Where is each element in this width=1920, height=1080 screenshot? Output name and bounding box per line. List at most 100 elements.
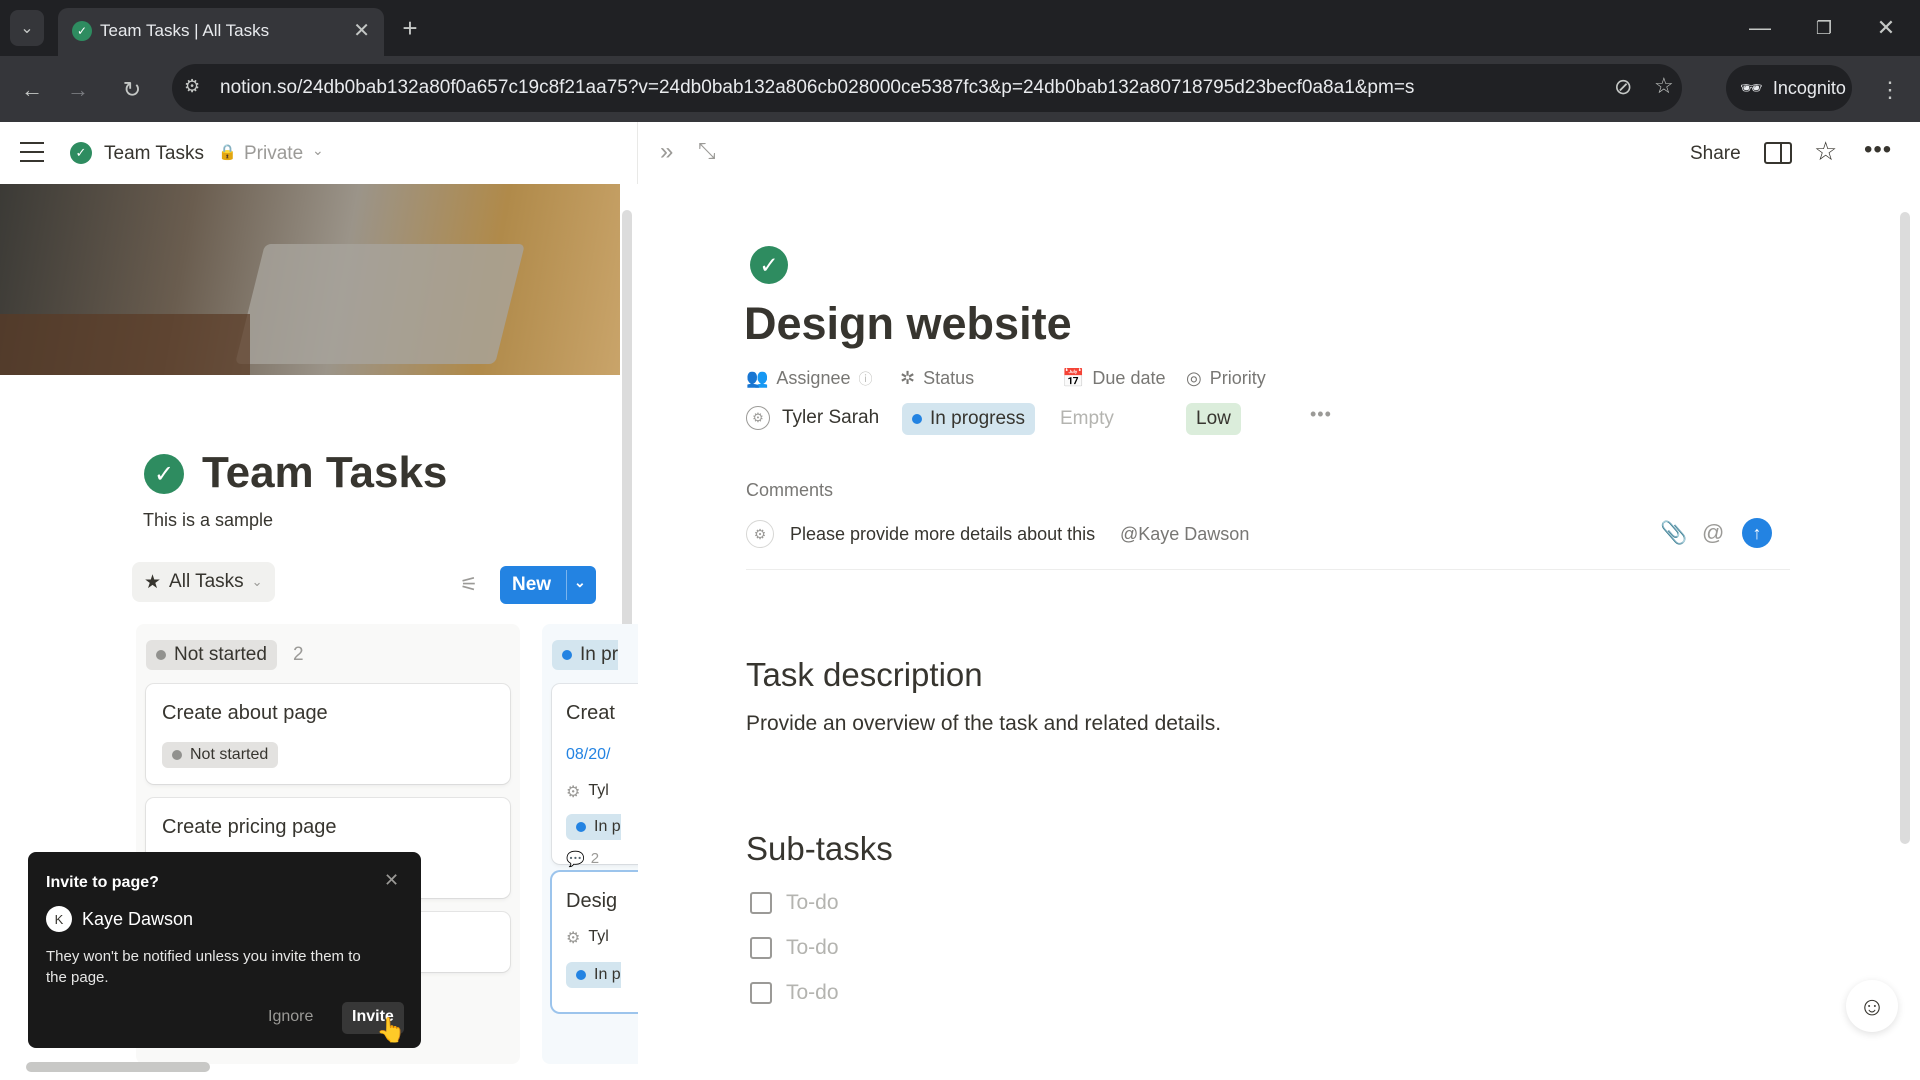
popup-user: K Kaye Dawson xyxy=(46,906,193,932)
comment-text: Please provide more details about this xyxy=(790,524,1096,544)
card-comments: 💬 2 xyxy=(566,850,600,868)
page-check-icon: ✓ xyxy=(70,142,92,164)
board-card[interactable]: Desig ⚙ Tyl In p xyxy=(552,872,638,1012)
priority-property-label[interactable]: ◎ Priority xyxy=(1186,368,1266,389)
assignee-value[interactable]: ⚙ Tyler Sarah xyxy=(746,406,879,430)
database-title[interactable]: Team Tasks xyxy=(202,448,447,498)
share-button[interactable]: Share xyxy=(1690,143,1741,165)
restore-icon[interactable]: ❐ xyxy=(1804,12,1844,44)
card-assignee: ⚙ Tyl xyxy=(566,928,609,947)
due-date-property-label[interactable]: 📅 Due date xyxy=(1062,368,1165,389)
minimize-icon[interactable]: — xyxy=(1740,12,1780,44)
comment-mention[interactable]: @Kaye Dawson xyxy=(1120,524,1249,545)
status-icon: ✲ xyxy=(900,368,916,388)
attach-icon[interactable]: 📎 xyxy=(1660,520,1687,546)
due-date-value[interactable]: Empty xyxy=(1060,408,1114,430)
description-heading[interactable]: Task description xyxy=(746,656,983,694)
status-badge: Not started xyxy=(162,742,279,768)
new-tab-icon[interactable]: + xyxy=(394,12,426,44)
status-property-label[interactable]: ✲ Status xyxy=(900,368,974,389)
new-label: New xyxy=(512,574,552,595)
card-title: Create pricing page xyxy=(162,816,337,838)
view-name: All Tasks xyxy=(169,571,244,592)
ai-face-icon: ☺ xyxy=(1858,990,1886,1021)
open-full-page-icon[interactable]: ⤡ xyxy=(698,138,716,164)
priority-value-badge[interactable]: Low xyxy=(1186,403,1241,435)
status-value-badge[interactable]: In progress xyxy=(902,403,1036,435)
todo-label: To-do xyxy=(786,981,839,1004)
chevron-down-icon[interactable]: ⌄ xyxy=(574,574,586,591)
column-header[interactable]: Not started 2 xyxy=(146,640,304,670)
favorite-star-icon[interactable]: ☆ xyxy=(1814,136,1837,167)
board-column-in-progress: In pr Creat 08/20/ ⚙ Tyl In p 💬 2 Desig ⚙ T… xyxy=(542,624,638,1064)
new-button[interactable]: New ⌄ xyxy=(500,566,596,604)
cover-image xyxy=(0,184,620,375)
description-text[interactable]: Provide an overview of the task and rela… xyxy=(746,712,1221,736)
eye-off-icon[interactable]: ⊘ xyxy=(1614,74,1632,100)
ai-assistant-button[interactable]: ☺ xyxy=(1846,980,1898,1032)
horizontal-scrollbar-thumb[interactable] xyxy=(26,1062,210,1072)
tab-list-button[interactable]: ⌄ xyxy=(10,10,44,46)
browser-tab[interactable]: ✓ Team Tasks | All Tasks ✕ xyxy=(58,8,384,56)
popup-user-name: Kaye Dawson xyxy=(82,908,194,929)
layout-panel-icon[interactable] xyxy=(1764,142,1792,164)
todo-item[interactable]: To-do xyxy=(750,888,1050,918)
close-window-icon[interactable]: ✕ xyxy=(1866,12,1906,44)
status-badge[interactable]: In pr xyxy=(552,640,619,670)
invite-popup: Invite to page? ✕ K Kaye Dawson They won… xyxy=(28,852,421,1048)
task-title[interactable]: Design website xyxy=(744,298,1072,350)
comment-composer[interactable]: ⚙ Please provide more details about this… xyxy=(746,518,1790,570)
send-comment-button[interactable]: ↑ xyxy=(1742,518,1772,548)
database-description[interactable]: This is a sample xyxy=(143,510,273,531)
ignore-button[interactable]: Ignore xyxy=(268,1008,313,1026)
close-tab-icon[interactable]: ✕ xyxy=(353,18,370,43)
bookmark-star-icon[interactable]: ☆ xyxy=(1654,73,1674,99)
back-icon[interactable]: ← xyxy=(12,70,52,110)
page-icon-check[interactable]: ✓ xyxy=(750,246,788,284)
more-options-icon[interactable]: ••• xyxy=(1864,136,1892,164)
todo-item[interactable]: To-do xyxy=(750,978,1050,1008)
more-properties-icon[interactable]: ••• xyxy=(1310,404,1332,425)
priority-icon: ◎ xyxy=(1186,368,1202,388)
chevron-down-icon: ⌄ xyxy=(312,142,324,158)
browser-menu-icon[interactable]: ⋮ xyxy=(1872,70,1908,110)
mention-icon[interactable]: @ xyxy=(1702,520,1724,546)
info-icon: ⓘ xyxy=(858,370,873,387)
todo-checkbox[interactable] xyxy=(750,892,772,914)
board-card[interactable]: Create about page Not started xyxy=(146,684,510,784)
view-tab-all-tasks[interactable]: ★ All Tasks ⌄ xyxy=(132,562,275,602)
address-bar[interactable]: ⚙ notion.so/24db0bab132a80f0a657c19c8f21… xyxy=(172,64,1682,112)
scrollbar-thumb[interactable] xyxy=(1900,212,1910,844)
todo-checkbox[interactable] xyxy=(750,937,772,959)
card-title: Creat xyxy=(566,702,615,724)
mouse-cursor-icon: 👆 xyxy=(376,1017,406,1044)
site-info-icon[interactable]: ⚙ xyxy=(184,76,200,97)
privacy-label[interactable]: Private xyxy=(244,143,303,165)
card-date: 08/20/ xyxy=(566,746,611,763)
database-check-icon: ✓ xyxy=(144,454,184,494)
todo-checkbox[interactable] xyxy=(750,982,772,1004)
comment-icon: 💬 xyxy=(566,851,585,868)
task-peek-pane: ✓ Design website 👥 Assignee ⓘ ✲ Status 📅 Du… xyxy=(638,184,1920,1080)
people-icon: 👥 xyxy=(746,368,769,388)
chevron-down-icon: ⌄ xyxy=(251,574,263,589)
assignee-property-label[interactable]: 👥 Assignee ⓘ xyxy=(746,368,872,389)
forward-icon[interactable]: → xyxy=(58,70,98,110)
board-card[interactable]: Creat 08/20/ ⚙ Tyl In p 💬 2 xyxy=(552,684,638,868)
card-assignee: ⚙ Tyl xyxy=(566,782,609,801)
todo-item[interactable]: To-do xyxy=(750,933,1050,963)
card-title: Desig xyxy=(566,890,618,912)
reload-icon[interactable]: ↻ xyxy=(112,70,152,110)
star-icon: ★ xyxy=(144,571,162,593)
filter-settings-icon[interactable]: ⚟ xyxy=(460,572,478,597)
incognito-icon: 🕶 xyxy=(1740,77,1763,98)
avatar: K xyxy=(46,906,72,932)
status-badge: In p xyxy=(566,814,621,840)
expand-side-peek-icon[interactable]: » xyxy=(660,138,673,166)
card-title: Create about page xyxy=(162,702,328,724)
breadcrumb-page[interactable]: Team Tasks xyxy=(104,143,204,165)
subtasks-heading[interactable]: Sub-tasks xyxy=(746,830,893,868)
close-icon[interactable]: ✕ xyxy=(384,870,399,891)
incognito-chip[interactable]: 🕶 Incognito xyxy=(1726,65,1852,111)
sidebar-menu-icon[interactable] xyxy=(20,142,44,162)
